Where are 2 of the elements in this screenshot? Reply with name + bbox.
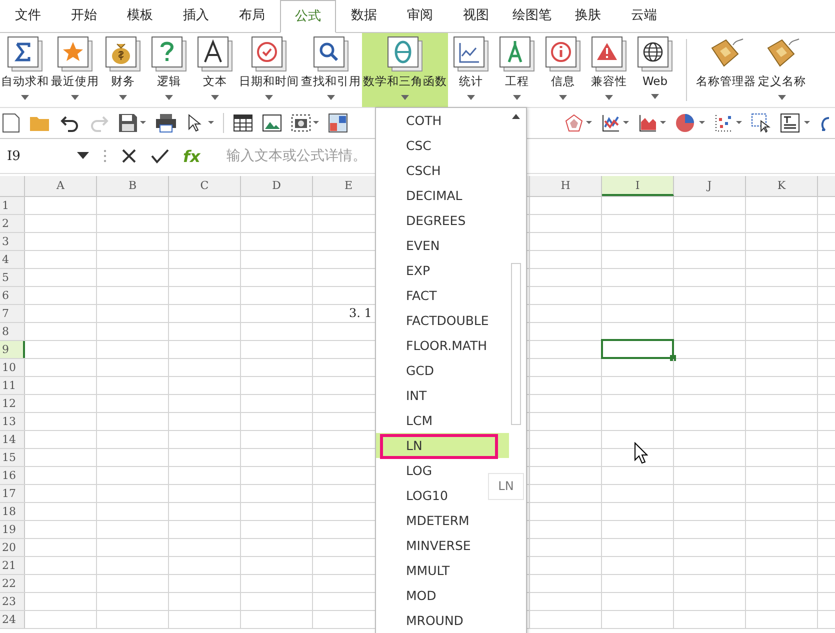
tooltip: LN [488,473,524,500]
cell-value: 3. 1 [349,305,372,322]
